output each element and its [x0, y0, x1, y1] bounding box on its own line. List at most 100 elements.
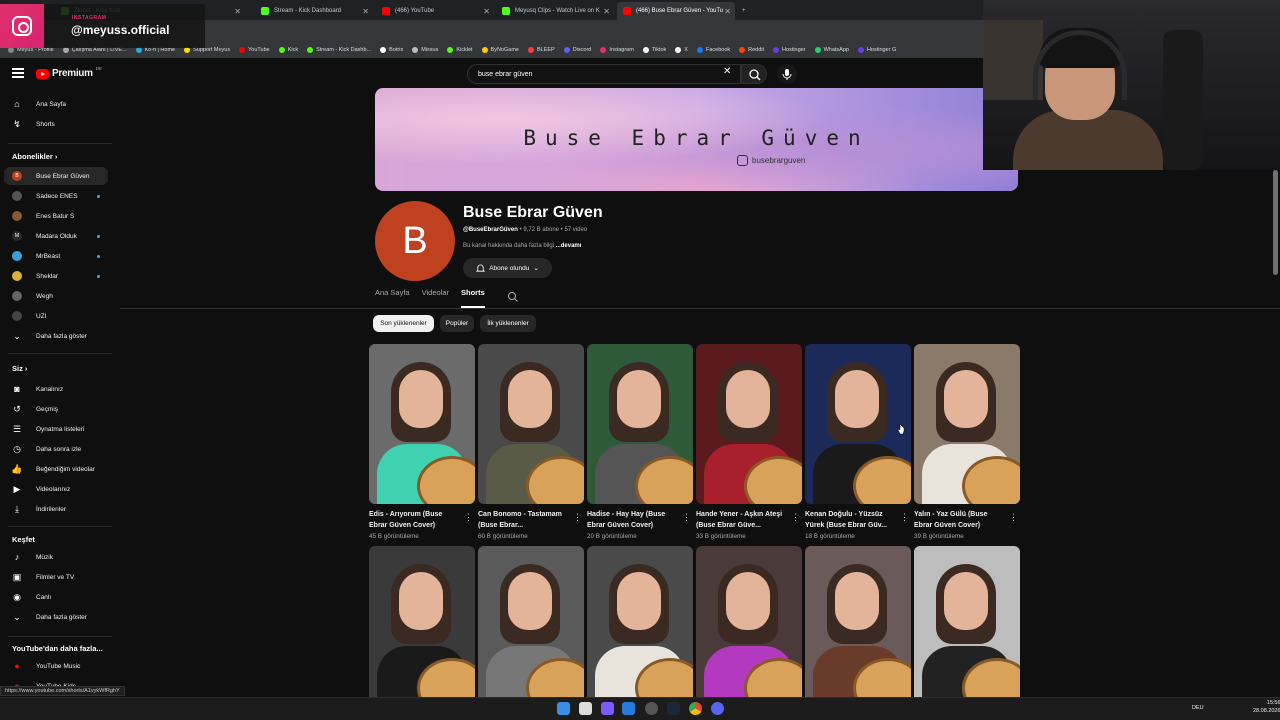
short-card[interactable]: Hande Yener - Aşkın Ateşi (Buse Ebrar Gü… — [696, 344, 802, 540]
browser-tab[interactable]: Stream - Kick Dashboard ✕ — [255, 2, 373, 20]
close-tab-icon[interactable]: ✕ — [724, 7, 731, 16]
search-button[interactable] — [741, 64, 767, 84]
short-card[interactable] — [369, 546, 475, 706]
more-actions-icon[interactable]: ⋮ — [464, 512, 473, 523]
youtube-premium-logo[interactable]: Premium DE — [36, 66, 102, 79]
short-thumbnail[interactable] — [805, 546, 911, 706]
sidebar-item[interactable]: UZI — [4, 307, 108, 325]
bookmark-item[interactable]: Hostinger — [773, 47, 806, 53]
clear-search-icon[interactable]: ✕ — [723, 66, 731, 77]
short-thumbnail[interactable] — [914, 344, 1020, 504]
sidebar-item[interactable]: Sadece ENES — [4, 187, 108, 205]
sidebar-item[interactable]: ● YouTube Music — [4, 657, 108, 675]
close-tab-icon[interactable]: ✕ — [603, 7, 610, 16]
close-tab-icon[interactable]: ✕ — [362, 7, 369, 16]
short-thumbnail[interactable] — [587, 344, 693, 504]
sidebar-item[interactable]: ↺ Geçmiş — [4, 400, 108, 418]
sidebar-item[interactable]: ▣ Filmler ve TV — [4, 568, 108, 586]
chrome-icon[interactable] — [689, 702, 702, 715]
description-more-link[interactable]: ...devamı — [556, 243, 582, 249]
more-actions-icon[interactable]: ⋮ — [900, 512, 909, 523]
more-actions-icon[interactable]: ⋮ — [573, 512, 582, 523]
sidebar-item[interactable]: ▶ Videolarınız — [4, 480, 108, 498]
short-thumbnail[interactable] — [478, 546, 584, 706]
bookmark-item[interactable]: Reddit — [739, 47, 764, 53]
you-heading[interactable]: Siz › — [12, 364, 27, 373]
subscriptions-heading[interactable]: Abonelikler › — [12, 152, 57, 161]
bookmark-item[interactable]: Kicklet — [447, 47, 473, 53]
discord-icon[interactable] — [711, 702, 724, 715]
sidebar-item[interactable]: ⌄ Daha fazla göster — [4, 608, 108, 626]
sidebar-item[interactable]: ⌂ Ana Sayfa — [4, 95, 108, 113]
steam-icon[interactable] — [667, 702, 680, 715]
short-card[interactable] — [805, 546, 911, 706]
short-title[interactable]: Can Bonomo - Tastamam (Buse Ebrar... — [478, 510, 570, 531]
short-card[interactable] — [587, 546, 693, 706]
sidebar-item[interactable]: ♪ Müzik — [4, 548, 108, 566]
bookmark-item[interactable]: Instagram — [600, 47, 634, 53]
short-thumbnail[interactable] — [805, 344, 911, 504]
voice-search-button[interactable] — [777, 64, 797, 84]
sidebar-item[interactable]: ☰ Oynatma listeleri — [4, 420, 108, 438]
app3-icon[interactable] — [645, 702, 658, 715]
bookmark-item[interactable]: WhatsApp — [814, 47, 849, 53]
sidebar-item[interactable]: 👍 Beğendiğim videolar — [4, 460, 108, 478]
short-thumbnail[interactable] — [369, 546, 475, 706]
subscribed-button[interactable]: Abone olundu ⌄ — [463, 258, 552, 278]
channel-tab[interactable]: Shorts — [461, 288, 485, 308]
short-title[interactable]: Yalın - Yaz Gülü (Buse Ebrar Güven Cover… — [914, 510, 1006, 531]
more-actions-icon[interactable]: ⋮ — [1009, 512, 1018, 523]
browser-tab[interactable]: (466) Buse Ebrar Güven - YouTu ✕ — [617, 2, 735, 20]
bookmark-item[interactable]: Botrix — [380, 47, 403, 53]
sidebar-item[interactable]: ⤓ İndirilenler — [4, 500, 108, 518]
chip-latest[interactable]: Son yüklenenler — [373, 315, 434, 332]
sidebar-item[interactable]: Enes Batur S — [4, 207, 108, 225]
search-input[interactable]: buse ebrar güven — [467, 64, 741, 84]
file-icon[interactable] — [579, 702, 592, 715]
bookmark-item[interactable]: X — [675, 47, 688, 53]
short-thumbnail[interactable] — [696, 546, 802, 706]
bookmark-item[interactable]: Kick — [278, 47, 298, 53]
close-tab-icon[interactable]: ✕ — [234, 7, 241, 16]
short-title[interactable]: Hadise - Hay Hay (Buse Ebrar Güven Cover… — [587, 510, 679, 531]
sidebar-item[interactable]: ◷ Daha sonra izle — [4, 440, 108, 458]
system-clock[interactable]: 15:56 28.08.2026 — [1253, 699, 1280, 715]
channel-tab[interactable]: Ana Sayfa — [375, 288, 410, 308]
short-card[interactable]: Kenan Doğulu - Yüzsüz Yürek (Buse Ebrar … — [805, 344, 911, 540]
keyboard-language[interactable]: DEU — [1192, 705, 1204, 711]
sidebar-item[interactable]: ↯ Shorts — [4, 115, 108, 133]
short-card[interactable]: Edis - Arıyorum (Buse Ebrar Güven Cover)… — [369, 344, 475, 540]
short-thumbnail[interactable] — [696, 344, 802, 504]
short-card[interactable]: Can Bonomo - Tastamam (Buse Ebrar... 60 B… — [478, 344, 584, 540]
sidebar-item[interactable]: Sheklar — [4, 267, 108, 285]
more-actions-icon[interactable]: ⋮ — [682, 512, 691, 523]
short-card[interactable]: Yalın - Yaz Gülü (Buse Ebrar Güven Cover… — [914, 344, 1020, 540]
short-title[interactable]: Edis - Arıyorum (Buse Ebrar Güven Cover) — [369, 510, 461, 531]
short-thumbnail[interactable] — [587, 546, 693, 706]
browser-tab[interactable]: (466) YouTube ✕ — [376, 2, 494, 20]
more-actions-icon[interactable]: ⋮ — [791, 512, 800, 523]
page-scrollbar[interactable] — [1273, 170, 1278, 275]
bookmark-item[interactable]: Missus — [412, 47, 438, 53]
short-thumbnail[interactable] — [478, 344, 584, 504]
bookmark-item[interactable]: Facebook — [696, 47, 730, 53]
sidebar-item[interactable]: ⌄ Daha fazla göster — [4, 327, 108, 345]
sidebar-item[interactable]: MrBeast — [4, 247, 108, 265]
short-thumbnail[interactable] — [369, 344, 475, 504]
bookmark-item[interactable]: Discord — [563, 47, 591, 53]
bookmark-item[interactable]: Hostinger G — [857, 47, 896, 53]
new-tab-button[interactable]: + — [736, 2, 750, 20]
browser-tab[interactable]: Meyusq Clips - Watch Live on K ✕ — [496, 2, 614, 20]
sidebar-item[interactable]: B Buse Ebrar Güven — [4, 167, 108, 185]
channel-search-icon[interactable] — [507, 290, 519, 308]
close-tab-icon[interactable]: ✕ — [483, 7, 490, 16]
bookmark-item[interactable]: Tiktok — [642, 47, 666, 53]
sidebar-item[interactable]: ◙ Kanalınız — [4, 380, 108, 398]
windows-start-icon[interactable] — [557, 702, 570, 715]
short-card[interactable]: Hadise - Hay Hay (Buse Ebrar Güven Cover… — [587, 344, 693, 540]
chip-oldest[interactable]: İlk yüklenenler — [480, 315, 536, 332]
short-card[interactable] — [914, 546, 1020, 706]
channel-tab[interactable]: Videolar — [422, 288, 449, 308]
short-thumbnail[interactable] — [914, 546, 1020, 706]
sidebar-item[interactable]: M Madara Olduk — [4, 227, 108, 245]
